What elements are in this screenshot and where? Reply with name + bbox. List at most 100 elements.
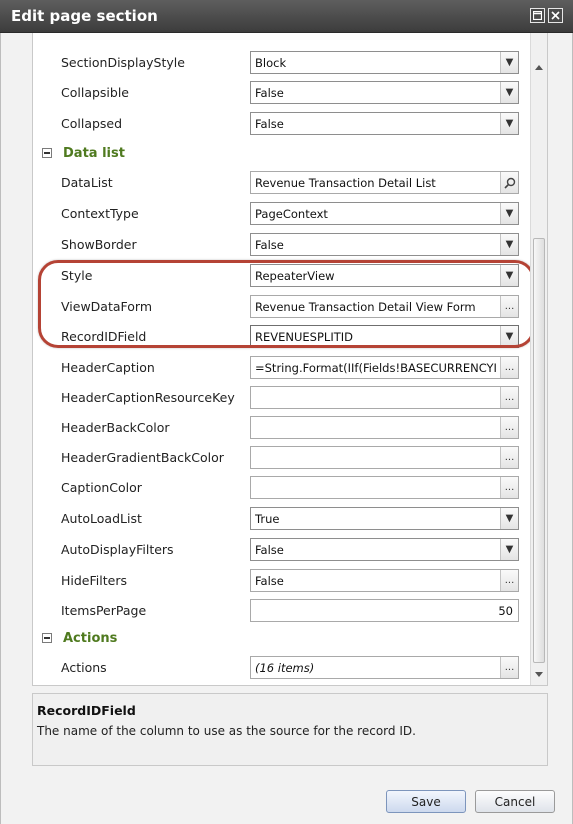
property-value-dropdown[interactable]: False ▼ bbox=[250, 233, 519, 256]
maximize-icon bbox=[533, 11, 542, 20]
property-label: ShowBorder bbox=[61, 237, 137, 252]
collapse-toggle-icon[interactable] bbox=[42, 148, 52, 158]
property-value: Revenue Transaction Detail View Form bbox=[255, 300, 476, 314]
property-row-autodisplayfilters: AutoDisplayFilters False ▼ bbox=[33, 535, 531, 565]
scroll-up-icon[interactable] bbox=[535, 65, 543, 70]
dropdown-arrow-icon[interactable]: ▼ bbox=[500, 234, 518, 255]
property-value: REVENUESPLITID bbox=[255, 330, 353, 344]
property-row-hidefilters: HideFilters False ... bbox=[33, 566, 531, 596]
property-value-ellipsis[interactable]: (16 items) ... bbox=[250, 656, 519, 679]
close-button[interactable] bbox=[548, 8, 563, 23]
property-label: Collapsed bbox=[61, 116, 123, 131]
property-value-dropdown[interactable]: False ▼ bbox=[250, 81, 519, 104]
property-value: False bbox=[255, 86, 284, 100]
dropdown-arrow-icon[interactable]: ▼ bbox=[500, 539, 518, 560]
collapse-toggle-icon[interactable] bbox=[42, 633, 52, 643]
property-row-showborder: ShowBorder False ▼ bbox=[33, 230, 531, 260]
property-value: PageContext bbox=[255, 207, 328, 221]
property-row-headercaptionresourcekey: HeaderCaptionResourceKey ... bbox=[33, 383, 531, 413]
close-icon bbox=[551, 11, 560, 20]
property-row-actions: Actions (16 items) ... bbox=[33, 653, 531, 683]
property-value: False bbox=[255, 543, 284, 557]
property-value: True bbox=[255, 512, 280, 526]
property-row-contexttype: ContextType PageContext ▼ bbox=[33, 199, 531, 229]
property-value-dropdown[interactable]: PageContext ▼ bbox=[250, 202, 519, 225]
scroll-thumb[interactable] bbox=[533, 238, 545, 663]
property-label: HideFilters bbox=[61, 573, 127, 588]
property-value: Block bbox=[255, 56, 287, 70]
property-label: Collapsible bbox=[61, 85, 129, 100]
property-value-dropdown[interactable]: False ▼ bbox=[250, 112, 519, 135]
dropdown-arrow-icon[interactable]: ▼ bbox=[500, 265, 518, 286]
save-button[interactable]: Save bbox=[386, 790, 466, 813]
property-value-ellipsis[interactable]: ... bbox=[250, 386, 519, 409]
dropdown-arrow-icon[interactable]: ▼ bbox=[500, 508, 518, 529]
property-value-dropdown[interactable]: RepeaterView ▼ bbox=[250, 264, 519, 287]
ellipsis-button[interactable]: ... bbox=[500, 296, 518, 317]
property-row-viewdataform: ViewDataForm Revenue Transaction Detail … bbox=[33, 292, 531, 322]
title-bar: Edit page section bbox=[0, 0, 573, 33]
property-label: HeaderBackColor bbox=[61, 420, 170, 435]
vertical-scrollbar[interactable] bbox=[530, 33, 547, 685]
property-label: Actions bbox=[61, 660, 107, 675]
property-value: RepeaterView bbox=[255, 269, 335, 283]
ellipsis-button[interactable]: ... bbox=[500, 447, 518, 468]
dropdown-arrow-icon[interactable]: ▼ bbox=[500, 326, 518, 347]
section-header-actions: Actions bbox=[33, 625, 531, 653]
property-value: 50 bbox=[498, 604, 513, 618]
cancel-button[interactable]: Cancel bbox=[475, 790, 555, 813]
property-label: ViewDataForm bbox=[61, 299, 152, 314]
property-value-ellipsis[interactable]: Revenue Transaction Detail View Form ... bbox=[250, 295, 519, 318]
property-value-dropdown[interactable]: REVENUESPLITID ▼ bbox=[250, 325, 519, 348]
property-row-headercaption: HeaderCaption =String.Format(IIf(Fields!… bbox=[33, 353, 531, 383]
ellipsis-button[interactable]: ... bbox=[500, 417, 518, 438]
property-value: Revenue Transaction Detail List bbox=[255, 176, 436, 190]
ellipsis-button[interactable]: ... bbox=[500, 357, 518, 378]
property-grid: SectionDisplayStyle Block ▼ Collapsible … bbox=[32, 33, 548, 686]
property-label: Style bbox=[61, 268, 93, 283]
property-value-ellipsis[interactable]: =String.Format(IIf(Fields!BASECURRENCYID… bbox=[250, 356, 519, 379]
ellipsis-button[interactable]: ... bbox=[500, 387, 518, 408]
property-label: ItemsPerPage bbox=[61, 603, 147, 618]
dropdown-arrow-icon[interactable]: ▼ bbox=[500, 113, 518, 134]
description-title: RecordIDField bbox=[37, 703, 136, 718]
property-row-itemsperpage: ItemsPerPage 50 bbox=[33, 596, 531, 626]
scroll-down-icon[interactable] bbox=[535, 672, 543, 677]
maximize-button[interactable] bbox=[530, 8, 545, 23]
dropdown-arrow-icon[interactable]: ▼ bbox=[500, 203, 518, 224]
search-icon[interactable] bbox=[500, 172, 518, 193]
dropdown-arrow-icon[interactable]: ▼ bbox=[500, 52, 518, 73]
property-label: HeaderCaptionResourceKey bbox=[61, 390, 235, 405]
dropdown-arrow-icon[interactable]: ▼ bbox=[500, 82, 518, 103]
property-row-autoloadlist: AutoLoadList True ▼ bbox=[33, 504, 531, 534]
section-header-data-list: Data list bbox=[33, 140, 531, 168]
property-row-headerbackcolor: HeaderBackColor ... bbox=[33, 413, 531, 443]
property-row-sectiondisplaystyle: SectionDisplayStyle Block ▼ bbox=[33, 48, 531, 78]
property-label: CaptionColor bbox=[61, 480, 142, 495]
property-value-dropdown[interactable]: Block ▼ bbox=[250, 51, 519, 74]
property-value: False bbox=[255, 238, 284, 252]
property-value-ellipsis[interactable]: ... bbox=[250, 476, 519, 499]
property-value-ellipsis[interactable]: False ... bbox=[250, 569, 519, 592]
ellipsis-button[interactable]: ... bbox=[500, 570, 518, 591]
property-value-ellipsis[interactable]: ... bbox=[250, 416, 519, 439]
ellipsis-button[interactable]: ... bbox=[500, 477, 518, 498]
section-title: Actions bbox=[63, 631, 118, 646]
property-label: SectionDisplayStyle bbox=[61, 55, 185, 70]
property-row-datalist: DataList Revenue Transaction Detail List bbox=[33, 168, 531, 198]
ellipsis-button[interactable]: ... bbox=[500, 657, 518, 678]
property-value-dropdown[interactable]: False ▼ bbox=[250, 538, 519, 561]
property-value-dropdown[interactable]: True ▼ bbox=[250, 507, 519, 530]
property-value-search[interactable]: Revenue Transaction Detail List bbox=[250, 171, 519, 194]
property-value-ellipsis[interactable]: ... bbox=[250, 446, 519, 469]
property-row-collapsible: Collapsible False ▼ bbox=[33, 78, 531, 108]
property-row-captioncolor: CaptionColor ... bbox=[33, 473, 531, 503]
property-label: RecordIDField bbox=[61, 329, 147, 344]
property-value: =String.Format(IIf(Fields!BASECURRENCYID… bbox=[255, 361, 496, 375]
property-value-number[interactable]: 50 bbox=[250, 599, 519, 622]
property-label: DataList bbox=[61, 175, 113, 190]
property-row-recordidfield: RecordIDField REVENUESPLITID ▼ bbox=[33, 322, 531, 352]
section-title: Data list bbox=[63, 146, 125, 161]
property-row-collapsed: Collapsed False ▼ bbox=[33, 109, 531, 139]
property-label: HeaderCaption bbox=[61, 360, 155, 375]
